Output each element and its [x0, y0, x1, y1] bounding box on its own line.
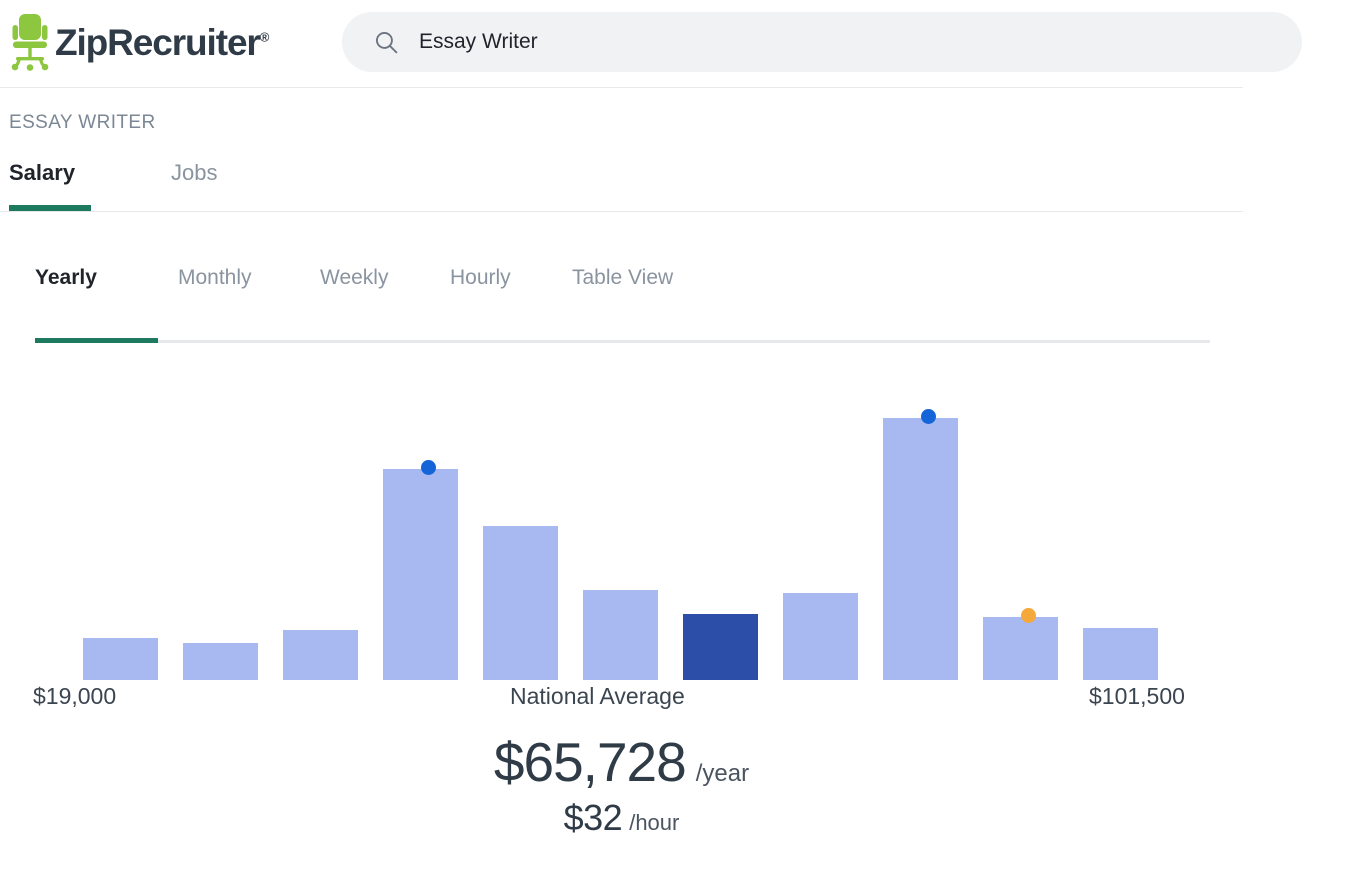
- axis-max-label: $101,500: [1089, 683, 1185, 709]
- registered-mark: ®: [259, 29, 270, 45]
- tab-table-view[interactable]: Table View: [572, 266, 673, 298]
- search-icon: [375, 31, 398, 53]
- logo-wordmark: ZipRecruiter®: [55, 21, 270, 63]
- active-tab-underline: [35, 338, 158, 343]
- breadcrumb: ESSAY WRITER: [9, 112, 156, 133]
- search-bar[interactable]: Essay Writer: [342, 12, 1302, 72]
- tab-yearly[interactable]: Yearly: [35, 266, 97, 298]
- hourly-salary-unit: /hour: [629, 810, 680, 836]
- chart-bar[interactable]: [183, 643, 258, 680]
- 75th-percentile-marker[interactable]: [921, 409, 936, 424]
- chart-bar[interactable]: [1083, 628, 1158, 680]
- 25th-percentile-marker[interactable]: [421, 460, 436, 475]
- site-header: ZipRecruiter® Essay Writer: [0, 0, 1302, 88]
- hourly-salary-amount: $32: [563, 797, 623, 839]
- content-column: ZipRecruiter® Essay Writer ESSAY WRITER …: [0, 0, 1302, 881]
- chart-bar[interactable]: [683, 614, 758, 680]
- yearly-salary-unit: /year: [695, 760, 750, 787]
- salary-summary: $65,728 /year $32 /hour: [0, 731, 1243, 839]
- yearly-salary-amount: $65,728: [493, 731, 687, 793]
- salary-distribution-chart: [0, 370, 1243, 680]
- axis-min-label: $19,000: [33, 683, 117, 709]
- tab-jobs[interactable]: Jobs: [171, 156, 217, 211]
- axis-center-label: National Average: [510, 683, 685, 709]
- chart-bar[interactable]: [583, 590, 658, 680]
- primary-tab-bar: Salary Jobs: [0, 156, 1243, 212]
- search-input[interactable]: Essay Writer: [419, 30, 538, 54]
- 90th-percentile-marker[interactable]: [1021, 608, 1036, 623]
- office-chair-icon: [11, 14, 49, 71]
- chart-bar[interactable]: [483, 526, 558, 680]
- chart-bar[interactable]: [383, 469, 458, 680]
- tab-underline-track: [35, 340, 1210, 343]
- tab-salary[interactable]: Salary: [9, 156, 91, 211]
- tab-hourly[interactable]: Hourly: [450, 266, 511, 298]
- ziprecruiter-logo[interactable]: ZipRecruiter®: [8, 12, 269, 72]
- hourly-salary-line: $32 /hour: [0, 797, 1243, 839]
- chart-bar[interactable]: [83, 638, 158, 680]
- chart-bar[interactable]: [883, 418, 958, 680]
- chart-axis-labels: $19,000 National Average $101,500: [0, 683, 1243, 717]
- tab-weekly[interactable]: Weekly: [320, 266, 388, 298]
- ziprecruiter-salary-page: ZipRecruiter® Essay Writer ESSAY WRITER …: [0, 0, 1369, 881]
- yearly-salary-line: $65,728 /year: [0, 731, 1243, 793]
- tab-monthly[interactable]: Monthly: [178, 266, 252, 298]
- chart-bar[interactable]: [983, 617, 1058, 680]
- chart-bar[interactable]: [283, 630, 358, 680]
- period-tab-bar: Yearly Monthly Weekly Hourly Table View: [35, 266, 1210, 346]
- chart-bar[interactable]: [783, 593, 858, 680]
